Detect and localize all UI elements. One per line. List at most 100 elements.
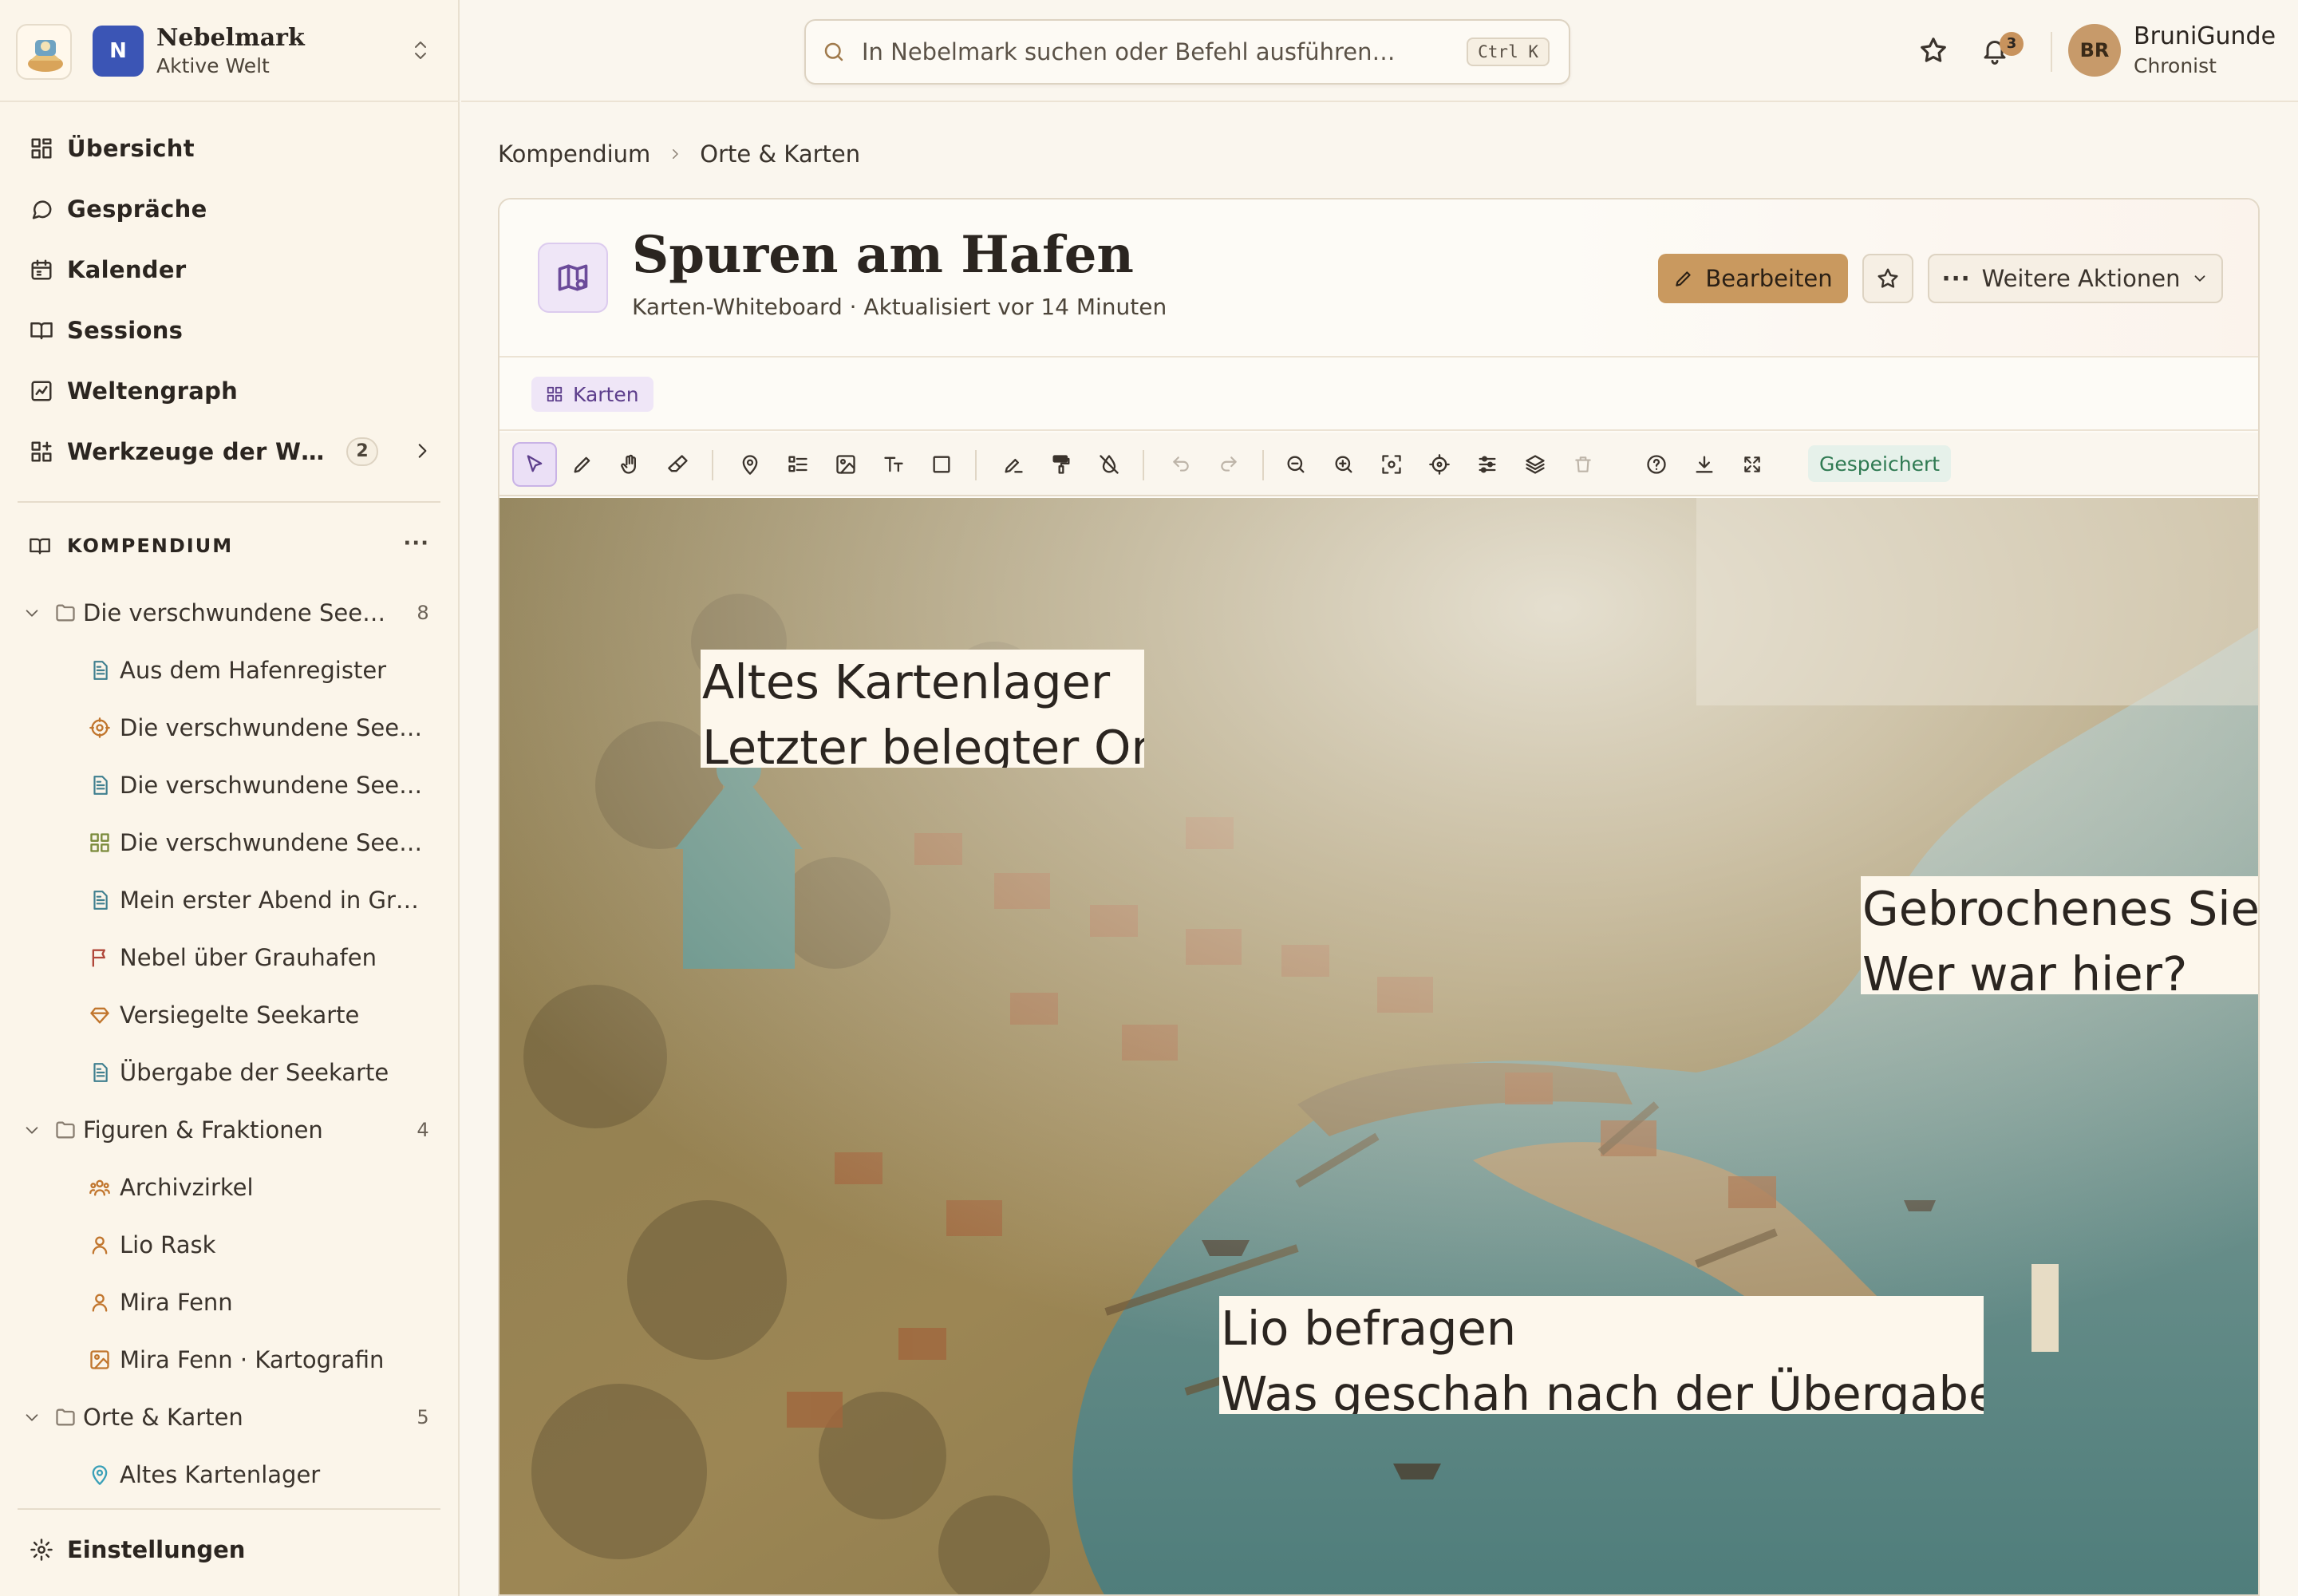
ellipsis-icon: ··· — [1941, 265, 1971, 292]
sidebar: N Nebelmark Aktive Welt Übersicht Gesprä… — [0, 0, 460, 1596]
star-icon[interactable] — [1918, 35, 1949, 65]
tree-item[interactable]: Die verschwundene See… — [80, 760, 431, 811]
redo-button[interactable] — [1206, 442, 1251, 487]
hand-tool[interactable] — [608, 442, 653, 487]
adjust-button[interactable] — [1465, 442, 1510, 487]
pen-tool[interactable] — [560, 442, 605, 487]
paint-roller-icon — [1052, 455, 1070, 474]
image-icon — [836, 455, 855, 474]
nav-sessions[interactable]: Sessions — [16, 305, 437, 356]
search-placeholder[interactable]: In Nebelmark suchen oder Befehl ausführe… — [862, 38, 1467, 65]
tree-folder-orte[interactable]: Orte & Karten 5 — [16, 1392, 439, 1443]
tree-item-label: Die verschwundene See… — [120, 829, 423, 856]
divider — [0, 101, 460, 102]
shape-tool[interactable] — [919, 442, 964, 487]
tree-folder-count: 4 — [417, 1119, 429, 1141]
tree-item[interactable]: Nebel über Grauhafen — [80, 932, 431, 983]
note-text: Wer war hier? — [1862, 946, 2188, 994]
nav-werkzeuge[interactable]: Werkzeuge der W… 2 — [16, 426, 437, 477]
select-tool[interactable] — [512, 442, 557, 487]
nav-uebersicht[interactable]: Übersicht — [16, 123, 437, 174]
undo-button[interactable] — [1159, 442, 1203, 487]
tree-item[interactable]: Übergabe der Seekarte — [80, 1047, 431, 1098]
hand-icon — [621, 454, 636, 474]
save-status-badge: Gespeichert — [1808, 445, 1952, 482]
tree-item[interactable]: Altes Kartenlager — [80, 1449, 431, 1500]
tree-item[interactable]: Die verschwundene See… — [80, 702, 431, 753]
breadcrumb-item[interactable]: Orte & Karten — [700, 140, 860, 168]
favorite-button[interactable] — [1862, 254, 1913, 303]
tree-folder-label: Orte & Karten — [83, 1404, 243, 1431]
workspace-switcher[interactable]: N Nebelmark Aktive Welt — [16, 21, 447, 81]
compendium-title: KOMPENDIUM — [67, 535, 234, 557]
zoom-in-button[interactable] — [1321, 442, 1366, 487]
whiteboard-canvas[interactable]: Altes Kartenlager Letzter belegter Ort G… — [499, 498, 2258, 1594]
eraser-tool[interactable] — [656, 442, 701, 487]
folder-icon — [48, 602, 83, 624]
tree-item[interactable]: Mira Fenn · Kartografin — [80, 1334, 431, 1385]
nav-label: Gespräche — [67, 196, 207, 223]
book-icon — [29, 535, 51, 557]
pencil-icon — [1673, 268, 1694, 289]
workspace-badge: N — [93, 26, 144, 77]
tree-item[interactable]: Aus dem Hafenregister — [80, 645, 431, 696]
sticky-note-siegel[interactable]: Gebrochenes Siegel Wer war hier? — [1861, 876, 2258, 994]
user-name[interactable]: BruniGunde — [2134, 22, 2276, 50]
delete-button[interactable] — [1561, 442, 1605, 487]
pin-tool[interactable] — [728, 442, 772, 487]
checklist-icon — [788, 456, 807, 472]
chevron-updown-icon[interactable] — [412, 38, 429, 62]
tree-folder-seekarte[interactable]: Die verschwundene See… 8 — [16, 587, 439, 638]
chevron-right-icon[interactable] — [412, 440, 432, 461]
folder-icon — [48, 1119, 83, 1141]
help-button[interactable] — [1634, 442, 1679, 487]
avatar[interactable]: BR — [2068, 24, 2121, 77]
chevron-down-icon[interactable] — [16, 1121, 48, 1139]
compendium-more-button[interactable]: ··· — [403, 531, 429, 555]
tree-item[interactable]: Die verschwundene See… — [80, 817, 431, 868]
nav-kalender[interactable]: Kalender — [16, 244, 437, 295]
chevron-down-icon[interactable] — [16, 604, 48, 622]
more-actions-label: Weitere Aktionen — [1981, 265, 2181, 292]
breadcrumb-item[interactable]: Kompendium — [498, 140, 650, 168]
nav-weltengraph[interactable]: Weltengraph — [16, 365, 437, 417]
tree-item[interactable]: Archivzirkel — [80, 1162, 431, 1213]
stroke-color-tool[interactable] — [991, 442, 1036, 487]
edit-button[interactable]: Bearbeiten — [1658, 254, 1848, 303]
tree-item[interactable]: Mira Fenn — [80, 1277, 431, 1328]
text-tool[interactable] — [871, 442, 916, 487]
tree-folder-figuren[interactable]: Figuren & Fraktionen 4 — [16, 1104, 439, 1156]
center-button[interactable] — [1417, 442, 1462, 487]
divider — [712, 450, 713, 480]
zoom-out-button[interactable] — [1273, 442, 1318, 487]
person-icon — [80, 1234, 120, 1256]
eraser-icon — [668, 455, 688, 472]
search-box[interactable]: In Nebelmark suchen oder Befehl ausführe… — [804, 19, 1570, 85]
tree-item[interactable]: Mein erster Abend in Gr… — [80, 875, 431, 926]
tree-item-label: Die verschwundene See… — [120, 772, 423, 799]
fullscreen-button[interactable] — [1730, 442, 1775, 487]
sticky-note-lio[interactable]: Lio befragen Was geschah nach der Überga… — [1219, 1296, 1984, 1414]
sticky-note-kartenlager[interactable]: Altes Kartenlager Letzter belegter Ort — [701, 650, 1144, 768]
workspace-status: Aktive Welt — [156, 54, 270, 77]
layers-button[interactable] — [1513, 442, 1558, 487]
image-tool[interactable] — [823, 442, 868, 487]
no-fill-tool[interactable] — [1087, 442, 1131, 487]
checklist-tool[interactable] — [776, 442, 820, 487]
tree-item[interactable]: Lio Rask — [80, 1219, 431, 1270]
tools-icon — [16, 440, 67, 464]
fit-view-button[interactable] — [1369, 442, 1414, 487]
document-icon — [80, 659, 120, 681]
fill-tool[interactable] — [1039, 442, 1084, 487]
gear-icon — [16, 1538, 67, 1562]
calendar-icon — [16, 258, 67, 282]
chevron-down-icon[interactable] — [16, 1408, 48, 1426]
tree-item[interactable]: Versiegelte Seekarte — [80, 990, 431, 1041]
more-actions-button[interactable]: ··· Weitere Aktionen — [1928, 254, 2223, 303]
download-button[interactable] — [1682, 442, 1727, 487]
board-icon — [80, 832, 120, 854]
board-icon — [546, 385, 563, 403]
nav-gespraeche[interactable]: Gespräche — [16, 184, 437, 235]
tag-karten[interactable]: Karten — [531, 377, 653, 412]
nav-settings[interactable]: Einstellungen — [16, 1524, 437, 1575]
